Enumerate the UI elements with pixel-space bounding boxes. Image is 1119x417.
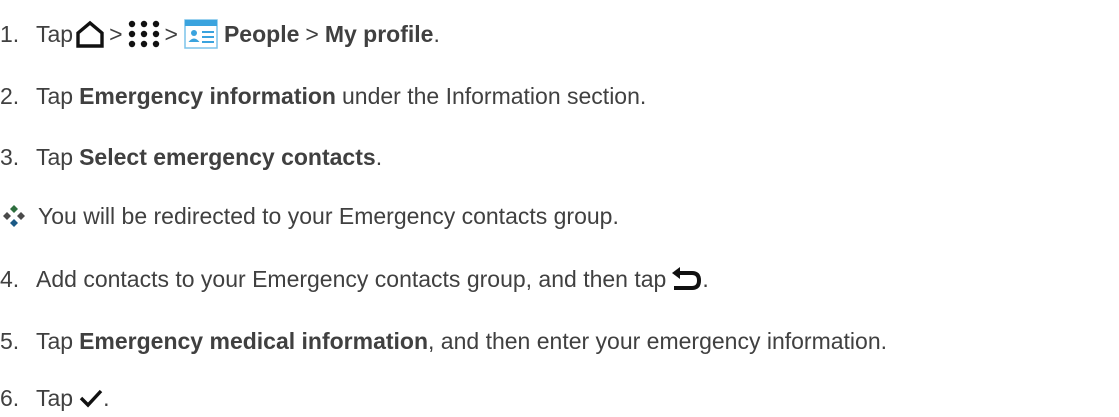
note-text: You will be redirected to your Emergency… [38,203,619,229]
period: . [103,385,110,411]
step-text: Tap > > People > My profile . [36,17,440,51]
step-4: 4. Add contacts to your Emergency contac… [0,262,709,296]
my-profile-label: My profile [324,21,434,47]
back-icon [670,265,702,293]
tap-word: Tap [36,144,74,170]
step-text: Tap Emergency information under the Info… [36,79,646,113]
step-rest-text: , and then enter your emergency informat… [428,328,888,354]
select-emergency-contacts-label: Select emergency contacts [79,144,376,170]
tap-word: Tap [36,21,74,47]
step-text: Add contacts to your Emergency contacts … [36,262,709,296]
step-number: 6. [0,385,20,411]
step-6: 6. Tap . [0,381,109,415]
tap-word: Tap [36,385,74,411]
step-2: 2. Tap Emergency information under the I… [0,79,646,113]
checkmark-icon [79,388,103,408]
period: . [702,266,709,292]
step-number: 3. [0,144,20,170]
step-number: 2. [0,83,20,109]
step-3: 3. Tap Select emergency contacts . [0,140,382,174]
step-5: 5. Tap Emergency medical information , a… [0,324,887,358]
step-number: 4. [0,266,20,292]
people-app-icon [184,19,218,49]
apps-grid-icon [127,19,161,49]
people-label: People [223,21,300,47]
step-1: 1. Tap > > People > My profile . [0,17,440,51]
period: . [433,21,440,47]
step-number: 5. [0,328,20,354]
step-number: 1. [0,21,20,47]
tap-word: Tap [36,83,74,109]
bullet-diamond-icon [2,204,26,228]
emergency-information-label: Emergency information [79,83,336,109]
tap-word: Tap [36,328,74,354]
step-body-text: Add contacts to your Emergency contacts … [36,266,667,292]
home-icon [75,20,105,48]
note: You will be redirected to your Emergency… [2,199,619,233]
step-text: Tap Select emergency contacts . [36,140,382,174]
emergency-medical-information-label: Emergency medical information [79,328,429,354]
step-rest-text: . [375,144,383,170]
separator: > [164,21,178,47]
step-text: Tap . [36,381,109,415]
separator: > [305,21,319,47]
step-rest-text: under the Information section. [341,83,647,109]
separator: > [109,21,123,47]
step-text: Tap Emergency medical information , and … [36,324,887,358]
